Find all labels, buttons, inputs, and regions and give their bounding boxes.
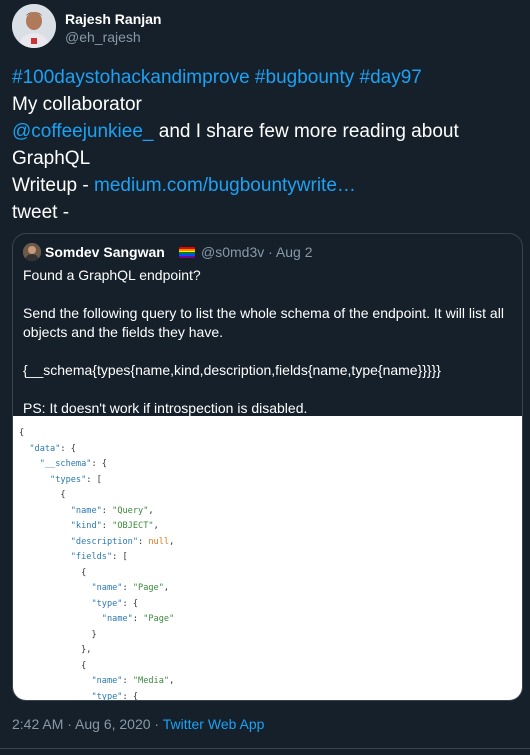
- tweet-line: GraphQL: [12, 148, 91, 169]
- writeup-link[interactable]: medium.com/bugbountywrite…: [94, 175, 356, 196]
- divider: [0, 748, 530, 749]
- quote-author-name: Somdev Sangwan: [45, 244, 165, 260]
- json-code-block: { "data": { "__schema": { "types": [ { "…: [19, 428, 175, 701]
- code-screenshot-image[interactable]: { "data": { "__schema": { "types": [ { "…: [13, 416, 522, 700]
- rainbow-flag-icon: [179, 247, 195, 258]
- tweet-text: #100daystohackandimprove #bugbounty #day…: [12, 64, 518, 226]
- quote-line: Found a GraphQL endpoint?: [23, 267, 201, 283]
- tweet-timestamp[interactable]: 2:42 AM · Aug 6, 2020 ·: [12, 716, 163, 732]
- tweet-line: and I share few more reading about: [153, 121, 459, 142]
- author-avatar[interactable]: [12, 4, 56, 48]
- tweet-header: Rajesh Ranjan @eh_rajesh: [12, 4, 518, 52]
- author-handle[interactable]: @eh_rajesh: [65, 29, 141, 45]
- author-name[interactable]: Rajesh Ranjan: [65, 11, 161, 27]
- quote-text: Found a GraphQL endpoint? Send the follo…: [23, 266, 518, 418]
- quote-line: {__schema{types{name,kind,description,fi…: [23, 362, 441, 378]
- quote-author-handle: @s0md3v · Aug 2: [201, 244, 313, 260]
- mention-link[interactable]: @coffeejunkiee_: [12, 121, 153, 142]
- quoted-tweet[interactable]: Somdev Sangwan @s0md3v · Aug 2 Found a G…: [12, 233, 523, 701]
- hashtags-link[interactable]: #100daystohackandimprove #bugbounty #day…: [12, 64, 518, 91]
- tweet-label: tweet -: [12, 202, 70, 223]
- source-app-link[interactable]: Twitter Web App: [163, 716, 265, 732]
- quote-line: Send the following query to list the who…: [23, 305, 504, 340]
- quote-author-avatar: [23, 243, 41, 261]
- tweet-line: My collaborator: [12, 94, 142, 115]
- quote-header: Somdev Sangwan @s0md3v · Aug 2: [23, 243, 513, 263]
- tweet-footer: 2:42 AM · Aug 6, 2020 · Twitter Web App: [12, 716, 264, 732]
- writeup-label: Writeup -: [12, 175, 95, 196]
